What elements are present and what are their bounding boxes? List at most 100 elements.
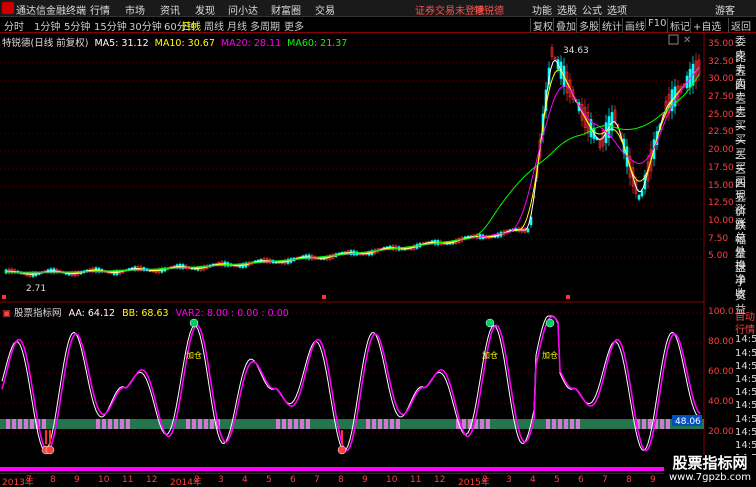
bb-value: BB: 68.63 (122, 308, 169, 319)
band-segment (126, 419, 130, 429)
jiacang-label: 加仓 (542, 350, 558, 360)
period-multi[interactable]: 多周期 (250, 18, 280, 33)
candle-body (637, 195, 641, 200)
band-segment (570, 419, 574, 429)
date-tick-label: 7 (314, 475, 320, 485)
tick-time-label: 14:50 (735, 334, 756, 346)
tool-f10[interactable]: F10 (645, 18, 666, 29)
period-daily[interactable]: 日线 (181, 18, 201, 33)
tool-fuquan[interactable]: 复权 (530, 18, 553, 33)
band-segment (564, 419, 568, 429)
menu-item-faxian[interactable]: 发现 (195, 2, 215, 17)
menu-item-jiaoyi[interactable]: 交易 (315, 2, 335, 17)
date-tick-label: 4 (242, 475, 248, 485)
period-fenshi[interactable]: 分时 (4, 18, 24, 33)
jiacang-label: 加仓 (482, 350, 498, 360)
band-segment (6, 419, 10, 429)
band-segment (12, 419, 16, 429)
band-segment (366, 419, 370, 429)
watermark-url: www.7gpzb.com (669, 472, 751, 483)
main-info-line: 特锐德(日线 前复权) MA5: 31.12 MA10: 30.67 MA20:… (2, 35, 347, 49)
price-tick-label: 30.00 (708, 74, 734, 85)
tick-time-label: 14:50 (735, 413, 756, 425)
band-segment (294, 419, 298, 429)
baseline-bar (0, 467, 704, 471)
date-tick-label: 9 (74, 475, 80, 485)
menu-item-xuanxiang[interactable]: 选项 (607, 2, 627, 17)
date-tick-label: 8 (50, 475, 56, 485)
indicator-tick-label: 60.00 (708, 367, 734, 377)
sell-signal-marker (189, 318, 199, 328)
period-5min[interactable]: 5分钟 (64, 18, 90, 33)
menu-item-xuangu[interactable]: 选股 (557, 2, 577, 17)
period-30min[interactable]: 30分钟 (129, 18, 162, 33)
menu-item-zixun[interactable]: 资讯 (160, 2, 180, 17)
band-segment (108, 419, 112, 429)
event-marker (322, 295, 326, 299)
app-title: 通达信金融终端 (16, 6, 86, 17)
band-segment (552, 419, 556, 429)
candlesticks (4, 44, 701, 279)
stock-name: 特锐德 (474, 6, 504, 17)
tool-zixuan[interactable]: +自选 (690, 18, 721, 33)
period-1min[interactable]: 1分钟 (34, 18, 60, 33)
watermark: 股票指标网 www.7gpzb.com (664, 455, 756, 487)
band-segment (186, 419, 190, 429)
buy-signal-marker (337, 445, 347, 455)
menu-item-hangqing[interactable]: 行情 (90, 2, 110, 17)
band-segment (192, 419, 196, 429)
indicator-info-line: ▣ 股票指标网 AA: 64.12 BB: 68.63 VAR2: 8.00 :… (2, 305, 289, 319)
menu-item-gongshi[interactable]: 公式 (582, 2, 602, 17)
var2-value: VAR2: 8.00 : 0.00 : 0.00 (175, 308, 289, 319)
aa-line (1, 315, 701, 452)
band-segment (282, 419, 286, 429)
jiacang-label: 加仓 (186, 350, 202, 360)
tool-tongji[interactable]: 统计 (599, 18, 622, 33)
tool-huaxian[interactable]: 画线 (622, 18, 645, 33)
date-tick-label: 2 (194, 475, 200, 485)
sell-signal-marker (485, 318, 495, 328)
window-close-icon[interactable]: ✕ (683, 35, 691, 46)
indicator-chart[interactable]: 加仓 加仓 加仓 48.06 (0, 303, 705, 471)
menu-item-shichang[interactable]: 市场 (125, 2, 145, 17)
period-weekly[interactable]: 周线 (204, 18, 224, 33)
band-segment (558, 419, 562, 429)
date-tick-label: 3 (506, 475, 512, 485)
period-monthly[interactable]: 月线 (227, 18, 247, 33)
band-segment (576, 419, 580, 429)
low-price-label: 2.71 (26, 284, 46, 294)
peak-price-label: 34.63 (563, 46, 589, 56)
price-tick-label: 20.00 (708, 145, 734, 156)
date-tick-label: 12 (434, 475, 446, 485)
tick-time-label: 14:50 (735, 426, 756, 438)
date-tick-label: 7 (602, 475, 608, 485)
date-tick-label: 8 (626, 475, 632, 485)
band-segment (372, 419, 376, 429)
date-axis: 2013年 7 8 9 10 11 12 2014年 2 3 4 5 6 7 8 9 10 11 12 2015年 2 3… (0, 473, 709, 487)
guest-label[interactable]: 游客 (715, 2, 735, 17)
date-tick-label: 5 (266, 475, 272, 485)
tool-duogu[interactable]: 多股 (576, 18, 599, 33)
quote-side-panel: 委比 卖五 卖四 卖三 卖二 卖一 买一 买二 买三 买四 买五 现价 涨跌 涨幅 总量 外盘 换手 净资 收益 (735, 33, 756, 316)
period-more[interactable]: 更多 (284, 18, 304, 33)
date-tick-label: 12 (146, 475, 158, 485)
tool-fanhui[interactable]: 返回 (728, 18, 751, 33)
band-segment (486, 419, 490, 429)
price-chart[interactable]: 34.63 2.71 ✕ (0, 33, 705, 303)
aa-value: AA: 64.12 (68, 308, 116, 319)
price-tick-label: 22.50 (708, 127, 734, 138)
tool-diejia[interactable]: 叠加 (553, 18, 576, 33)
ma10-value: MA10: 30.67 (154, 38, 215, 49)
price-tick-label: 15.00 (708, 180, 734, 191)
band-segment (642, 419, 646, 429)
date-tick-label: 11 (410, 475, 422, 485)
menu-item-caifuquan[interactable]: 财富圈 (271, 2, 301, 17)
menu-item-gongneng[interactable]: 功能 (532, 2, 552, 17)
indicator-box-icon[interactable]: ▣ (2, 308, 11, 319)
tool-biaoji[interactable]: 标记 (667, 18, 690, 33)
tick-time-label: 14:50 (735, 374, 756, 385)
menu-item-wenxiaoda[interactable]: 问小达 (228, 2, 258, 17)
stock-period-label: 特锐德(日线 前复权) (2, 38, 89, 49)
period-15min[interactable]: 15分钟 (94, 18, 127, 33)
window-restore-icon[interactable] (668, 34, 679, 45)
